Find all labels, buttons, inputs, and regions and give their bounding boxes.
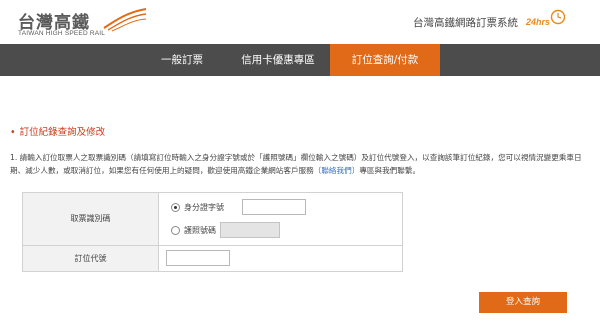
- thsr-logo[interactable]: 台灣高鐵 TAIWAN HIGH SPEED RAIL: [18, 6, 168, 42]
- passport-label: 護照號碼: [184, 226, 216, 235]
- logo-subtitle: TAIWAN HIGH SPEED RAIL: [18, 30, 106, 37]
- section-title-text: 訂位紀錄查詢及修改: [19, 127, 106, 138]
- section-title: • 訂位紀錄查詢及修改: [10, 124, 105, 138]
- passport-radio[interactable]: [171, 226, 180, 235]
- passport-input[interactable]: [220, 222, 280, 238]
- nav-general-booking[interactable]: 一般訂票: [138, 44, 226, 76]
- login-query-button[interactable]: 登入查詢: [479, 292, 567, 313]
- nav-credit-card-promo[interactable]: 信用卡優惠專區: [226, 44, 330, 76]
- id-number-radio[interactable]: [171, 203, 180, 212]
- id-label: 取票識別碼: [23, 193, 158, 245]
- logo-swoosh-icon: [103, 8, 147, 32]
- booking-code-label: 訂位代號: [23, 246, 158, 271]
- contact-us-link[interactable]: 〔聯絡我們〕: [314, 166, 360, 175]
- 24hrs-badge-text: 24hrs: [526, 17, 551, 27]
- main-nav: 一般訂票 信用卡優惠專區 訂位查詢/付款: [0, 44, 600, 76]
- instructions: 1. 請輸入訂位取票人之取票識別碼（請填寫訂位時輸入之身分證字號或於「護照號碼」…: [10, 152, 590, 177]
- site-header: 台灣高鐵 TAIWAN HIGH SPEED RAIL 台灣高鐵網路訂票系統 2…: [0, 0, 600, 44]
- 24hrs-badge: 24hrs: [526, 9, 566, 35]
- instructions-text-end: 專區與我們聯繫。: [359, 165, 421, 175]
- login-form-table: 取票識別碼 身分證字號 護照號碼 訂位代號: [22, 192, 403, 272]
- nav-booking-inquiry-payment[interactable]: 訂位查詢/付款: [330, 44, 440, 76]
- instructions-text: 請輸入訂位取票人之取票識別碼（請填寫訂位時輸入之身分證字號或於「護照號碼」欄位輸…: [10, 153, 582, 175]
- system-title: 台灣高鐵網路訂票系統: [413, 17, 518, 29]
- section-bullet: •: [10, 127, 16, 138]
- booking-code-input[interactable]: [166, 250, 230, 266]
- id-number-input[interactable]: [242, 199, 306, 215]
- column-divider: [158, 193, 159, 271]
- clock-icon: [550, 9, 566, 25]
- id-number-label: 身分證字號: [184, 203, 224, 212]
- instructions-number: 1.: [10, 153, 18, 162]
